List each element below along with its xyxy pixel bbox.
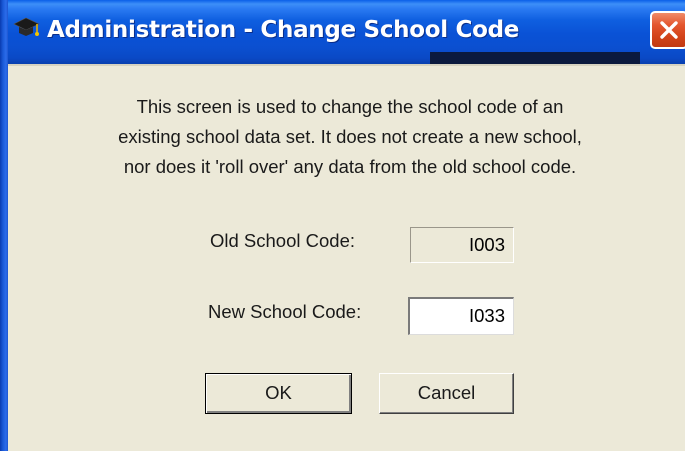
new-school-code-label: New School Code: [208,301,362,322]
cancel-button[interactable]: Cancel [379,373,514,414]
new-school-code-input[interactable]: I033 [408,297,514,335]
window-title: Administration - Change School Code [47,17,520,43]
description-line-2: existing school data set. It does not cr… [118,126,582,147]
graduation-cap-icon [12,13,40,41]
title-bar-overlay-strip [430,52,640,64]
description-text: This screen is used to change the school… [20,92,680,182]
close-button[interactable] [650,11,685,49]
old-school-code-label: Old School Code: [210,230,356,251]
change-school-code-dialog: Administration - Change School Code This… [0,0,685,451]
description-line-1: This screen is used to change the school… [136,96,564,117]
window-frame-left [0,0,8,451]
close-icon [660,21,678,39]
old-school-code-field: I003 [410,227,514,263]
description-line-3: nor does it 'roll over' any data from th… [123,156,577,177]
content-divider [8,64,685,66]
ok-button[interactable]: OK [205,373,352,414]
